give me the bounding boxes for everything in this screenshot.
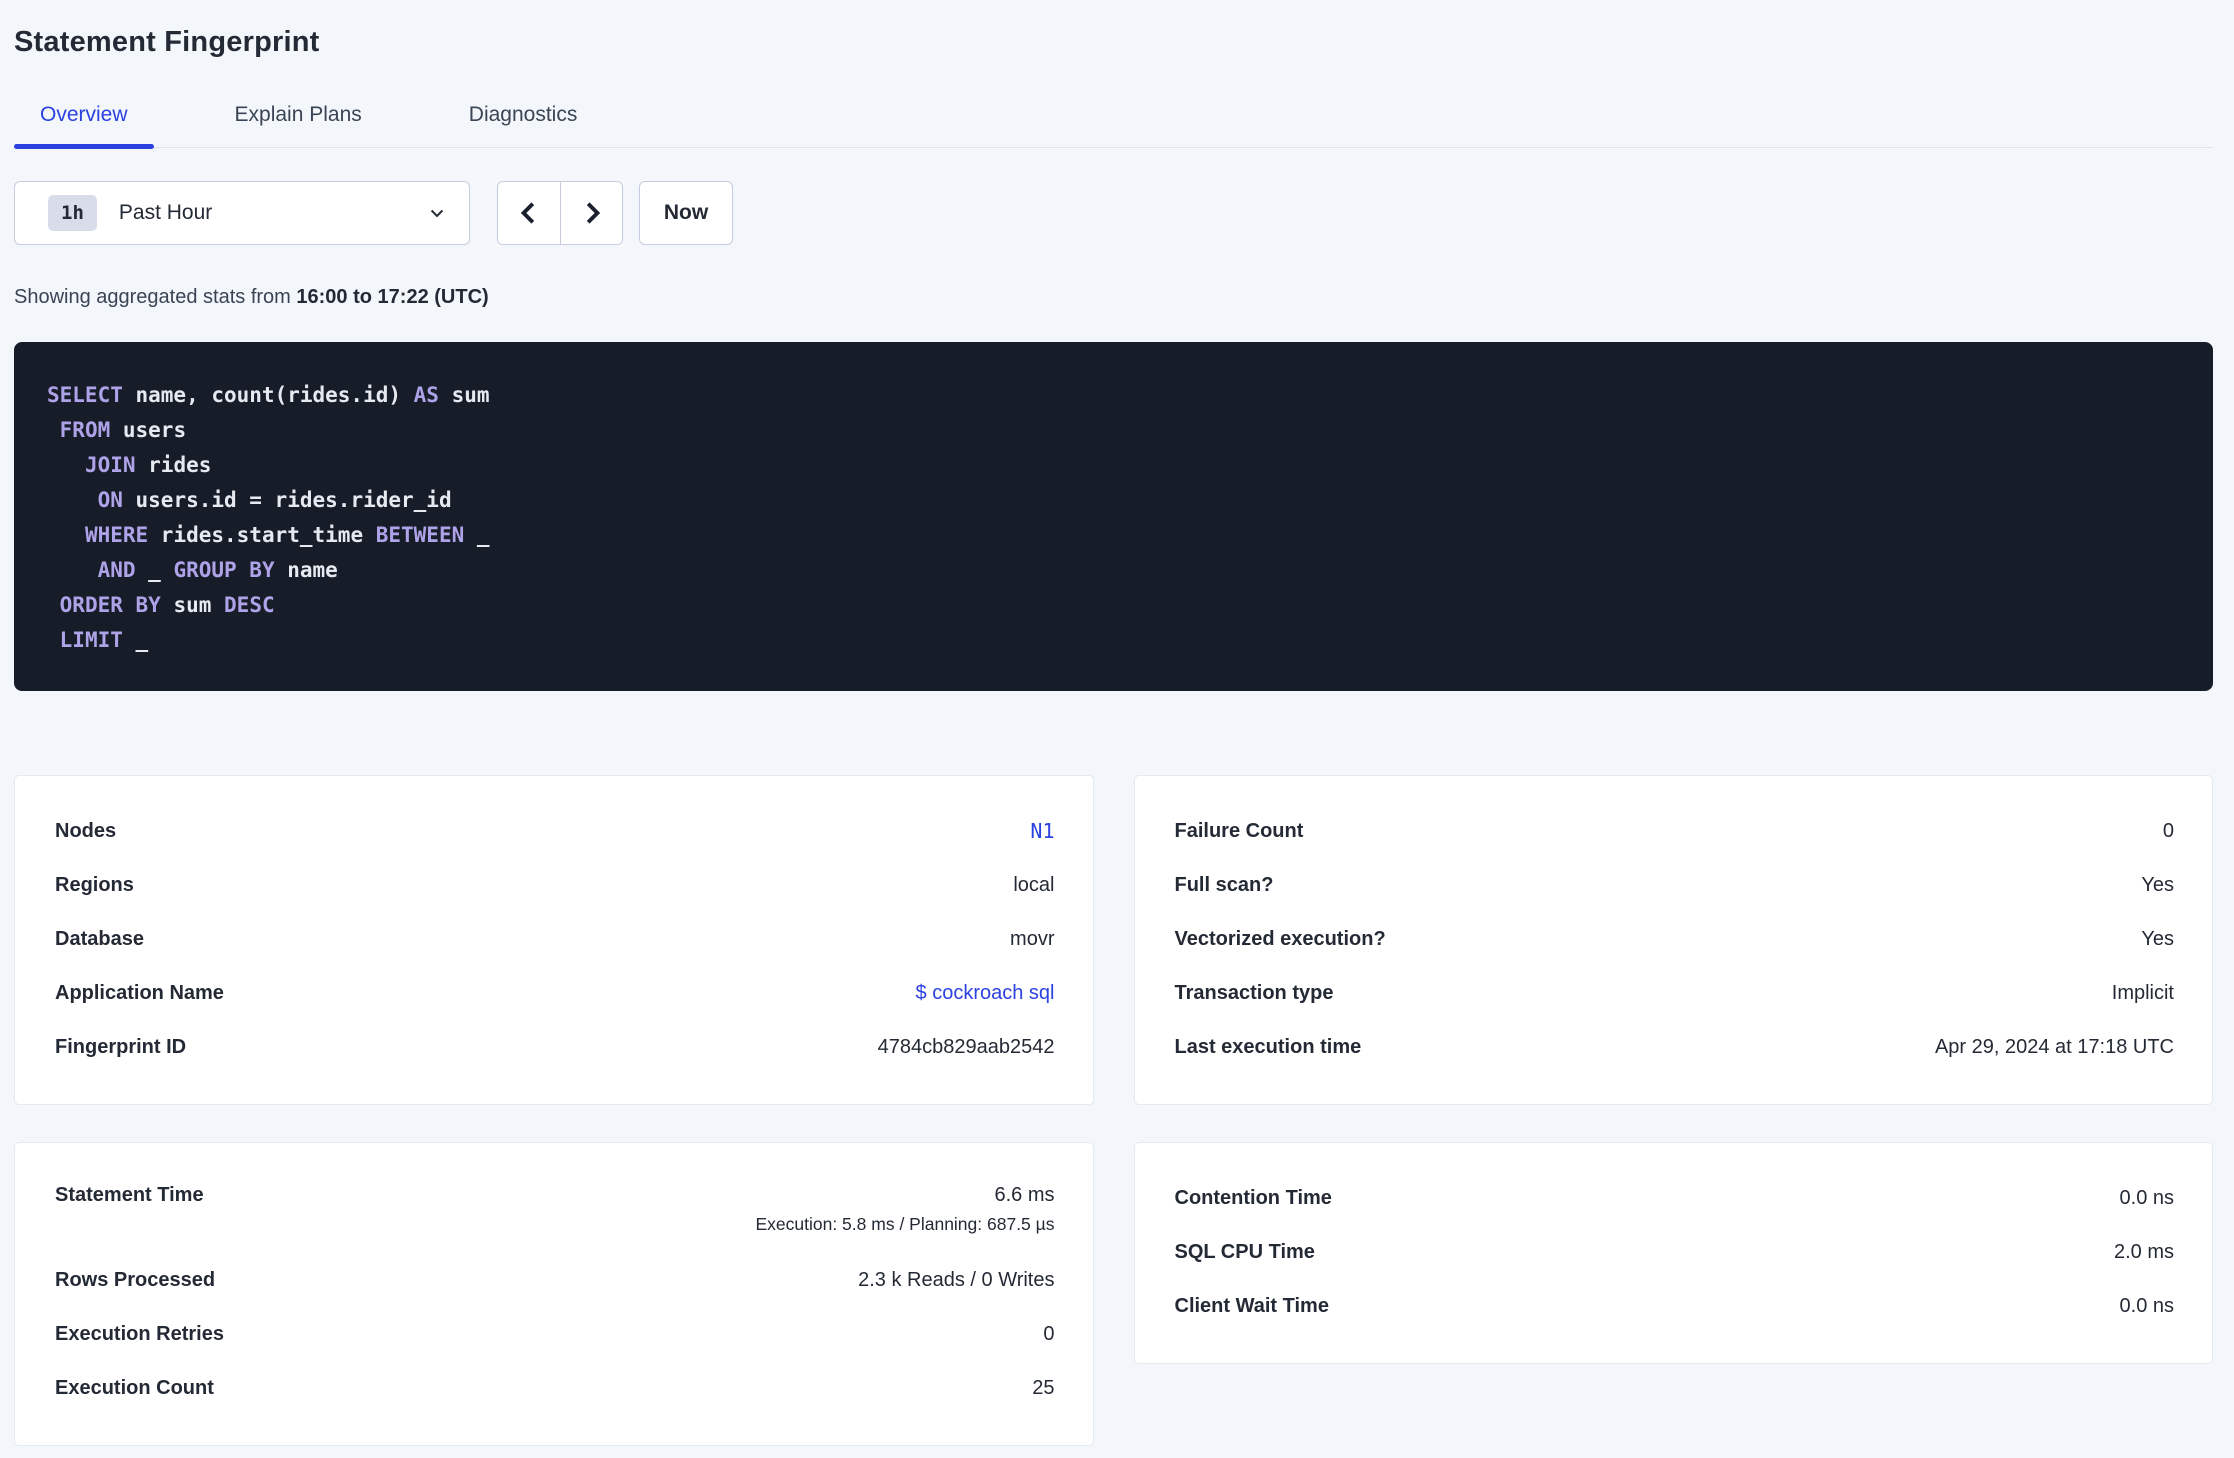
stats-line-range: 16:00 to 17:22 (UTC) [296,286,489,308]
last-execution-time-value: Apr 29, 2024 at 17:18 UTC [1934,1035,2174,1058]
sql-code-line: ORDER BY sum DESC [59,593,275,617]
aggregated-stats-line: Showing aggregated stats from 16:00 to 1… [14,286,2213,309]
table-row: Database movr [55,912,1055,966]
sql-code-line: JOIN rides [84,453,212,477]
sql-code-line: LIMIT _ [59,628,149,652]
table-row: Statement Time 6.6 ms Execution: 5.8 ms … [55,1171,1055,1253]
table-row: Rows Processed 2.3 k Reads / 0 Writes [55,1253,1055,1307]
row-label: Execution Retries [55,1322,224,1345]
application-name-link[interactable]: $ cockroach sql [916,982,1055,1005]
table-row: Transaction type Implicit [1175,966,2175,1020]
sql-code-line: ON users.id = rides.rider_id [97,488,452,512]
row-label: Fingerprint ID [55,1035,187,1058]
sql-code-line: FROM users [59,418,187,442]
contention-time-value: 0.0 ns [2119,1186,2174,1209]
statement-fingerprint-page: Statement Fingerprint Overview Explain P… [0,26,2234,1446]
row-label: Client Wait Time [1174,1294,1329,1317]
client-wait-time-value: 0.0 ns [2119,1294,2174,1317]
sql-code-line: AND _ GROUP BY name [97,558,338,582]
table-row: Execution Count 25 [55,1361,1055,1415]
nodes-link[interactable]: N1 [1030,819,1054,843]
failure-count-value: 0 [2162,819,2174,842]
table-row: Client Wait Time 0.0 ns [1175,1279,2175,1333]
table-row: Last execution time Apr 29, 2024 at 17:1… [1175,1020,2175,1074]
row-label: Application Name [55,981,224,1004]
execution-retries-value: 0 [1043,1322,1055,1345]
chevron-right-icon [579,200,605,226]
statement-timing-card: Statement Time 6.6 ms Execution: 5.8 ms … [14,1142,1094,1446]
row-label: Regions [55,873,134,896]
sql-cpu-time-value: 2.0 ms [2113,1240,2174,1263]
time-range-label: Past Hour [118,201,213,224]
statement-time-value: 6.6 ms Execution: 5.8 ms / Planning: 687… [755,1184,1054,1235]
row-label: Vectorized execution? [1174,927,1386,950]
table-row: Vectorized execution? Yes [1175,912,2175,966]
time-range-select[interactable]: 1h Past Hour [14,181,470,245]
rows-processed-value: 2.3 k Reads / 0 Writes [858,1268,1055,1291]
sql-code-line: SELECT name, count(rides.id) AS sum [47,383,490,407]
execution-attributes-card: Failure Count 0 Full scan? Yes Vectorize… [1133,775,2213,1105]
stats-line-prefix: Showing aggregated stats from [14,286,291,308]
time-step-buttons [497,181,623,245]
table-row: Regions local [55,858,1055,912]
row-label: Failure Count [1174,819,1304,842]
table-row: Failure Count 0 [1175,804,2175,858]
tab-diagnostics[interactable]: Diagnostics [443,103,604,147]
row-label: Transaction type [1174,981,1334,1004]
row-label: Rows Processed [55,1268,216,1291]
row-label: SQL CPU Time [1174,1240,1315,1263]
summary-cards: Nodes N1 Regions local Database movr App… [14,775,2213,1446]
tab-explain-plans[interactable]: Explain Plans [209,103,388,147]
table-row: Execution Retries 0 [55,1307,1055,1361]
tab-bar: Overview Explain Plans Diagnostics [14,103,2213,149]
time-controls: 1h Past Hour Now [14,181,2213,245]
row-label: Nodes [55,819,117,842]
full-scan-value: Yes [2141,873,2174,896]
row-label: Statement Time [55,1184,204,1206]
table-row: Fingerprint ID 4784cb829aab2542 [55,1020,1055,1074]
statement-details-card: Nodes N1 Regions local Database movr App… [14,775,1094,1105]
fingerprint-id-value: 4784cb829aab2542 [877,1035,1055,1058]
table-row: Full scan? Yes [1175,858,2175,912]
sql-statement-block: SELECT name, count(rides.id) AS sum FROM… [14,342,2213,691]
next-interval-button[interactable] [560,182,622,244]
table-row: Application Name $ cockroach sql [55,966,1055,1020]
row-label: Last execution time [1174,1035,1362,1058]
database-value: movr [1010,927,1055,950]
tab-overview[interactable]: Overview [14,103,154,149]
statement-time-main: 6.6 ms [994,1184,1055,1206]
table-row: Contention Time 0.0 ns [1175,1171,2175,1225]
transaction-type-value: Implicit [2111,981,2174,1004]
execution-count-value: 25 [1032,1376,1055,1399]
row-label: Execution Count [55,1376,214,1399]
page-title: Statement Fingerprint [14,26,320,58]
chevron-left-icon [516,200,542,226]
row-label: Database [55,927,144,950]
vectorized-execution-value: Yes [2141,927,2174,950]
row-label: Contention Time [1174,1186,1332,1209]
table-row: SQL CPU Time 2.0 ms [1175,1225,2175,1279]
previous-interval-button[interactable] [498,182,560,244]
interval-badge: 1h [48,195,97,231]
now-button[interactable]: Now [639,181,733,245]
sql-code-line: WHERE rides.start_time BETWEEN _ [84,523,490,547]
row-label: Full scan? [1174,873,1274,896]
chevron-down-icon [427,203,447,223]
statement-time-breakdown: Execution: 5.8 ms / Planning: 687.5 µs [755,1214,1055,1234]
regions-value: local [1013,873,1055,896]
table-row: Nodes N1 [55,804,1055,858]
wait-timing-card: Contention Time 0.0 ns SQL CPU Time 2.0 … [1133,1142,2213,1364]
